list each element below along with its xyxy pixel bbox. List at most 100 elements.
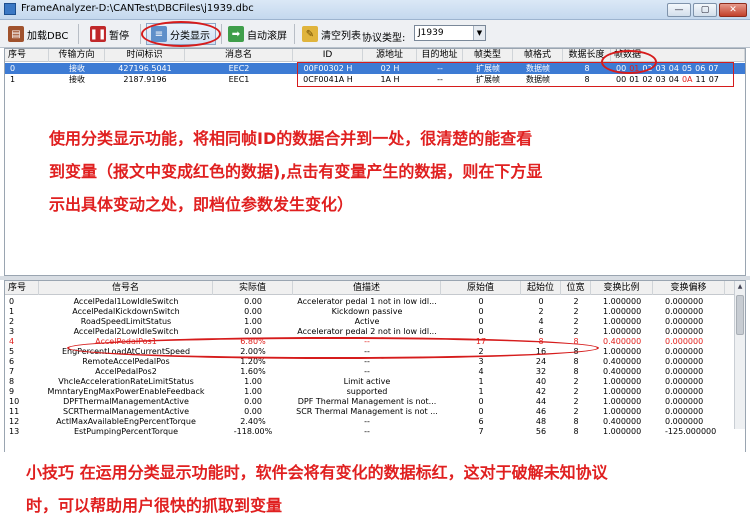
signal-cell-offset: 0.000000 [665, 327, 704, 336]
toolbar-divider [294, 24, 295, 44]
signal-cell-offset: 0.000000 [665, 317, 704, 326]
signal-cell-raw: 0 [478, 397, 484, 406]
signal-cell-offset: 0.000000 [665, 377, 704, 386]
signal-cell-width: 2 [573, 377, 579, 386]
signals-column-header[interactable]: 位宽 [561, 281, 591, 295]
frames-column-header[interactable]: 传输方向 [49, 49, 105, 62]
signal-cell-width: 8 [573, 417, 579, 426]
frames-column-header[interactable]: 序号 [5, 49, 49, 62]
signal-cell-raw: 6 [478, 417, 484, 426]
signal-cell-start: 32 [535, 367, 547, 376]
signal-cell-idx: 2 [9, 317, 15, 326]
pause-label: 暂停 [109, 30, 129, 42]
signal-cell-offset: 0.000000 [665, 367, 704, 376]
scroll-thumb[interactable] [736, 295, 744, 335]
signals-column-header[interactable]: 实际值 [213, 281, 293, 295]
signals-column-header[interactable]: 变换比例 [591, 281, 653, 295]
signal-cell-scale: 1.000000 [603, 327, 642, 336]
signal-row[interactable]: 2 RoadSpeedLimitStatus 1.00 Active 0 4 2 1.0000… [5, 317, 735, 327]
highlight-ellipse [141, 21, 221, 47]
signal-cell-scale: 1.000000 [603, 297, 642, 306]
signal-row[interactable]: 10 DPFThermalManagementActive 0.00 DPF Ther… [5, 397, 735, 407]
signal-cell-scale: 1.000000 [603, 387, 642, 396]
signal-cell-name: RemoteAccelPedalPos [82, 357, 170, 366]
signal-cell-width: 2 [573, 407, 579, 416]
signal-cell-scale: 1.000000 [603, 307, 642, 316]
signal-cell-value: 0.00 [244, 407, 262, 416]
load-dbc-button[interactable]: ▤ 加载DBC [4, 23, 72, 45]
signal-cell-scale: 1.000000 [603, 397, 642, 406]
signal-cell-idx: 0 [9, 297, 15, 306]
signal-cell-start: 46 [535, 407, 547, 416]
close-button[interactable]: ✕ [719, 3, 747, 17]
signal-cell-raw: 0 [478, 307, 484, 316]
signal-row[interactable]: 7 AccelPedalPos2 1.60% -- 4 32 8 0.400000 0.0000… [5, 367, 735, 377]
signal-cell-offset: 0.000000 [665, 297, 704, 306]
load-dbc-label: 加载DBC [27, 30, 69, 42]
frames-column-header[interactable]: 帧类型 [463, 49, 513, 62]
signal-row[interactable]: 13 EstPumpingPercentTorque -118.00% -- 7 56 8 1… [5, 427, 735, 437]
frames-column-header[interactable]: 时间标识 [105, 49, 185, 62]
signal-cell-width: 2 [573, 317, 579, 326]
signals-column-header[interactable]: 变换偏移 [653, 281, 725, 295]
signals-column-header[interactable]: 值描述 [293, 281, 441, 295]
frames-column-header[interactable]: ID [293, 49, 363, 62]
signals-column-header[interactable]: 信号名 [39, 281, 213, 295]
signal-cell-offset: 0.000000 [665, 417, 704, 426]
signal-cell-offset: 0.000000 [665, 387, 704, 396]
signal-cell-name: DPFThermalManagementActive [63, 397, 189, 406]
signal-cell-raw: 0 [478, 407, 484, 416]
signal-cell-desc: Limit active [343, 377, 391, 386]
signal-cell-width: 2 [573, 307, 579, 316]
briefcase-icon: ▤ [8, 26, 24, 42]
signal-cell-idx: 4 [9, 337, 15, 346]
signal-cell-idx: 6 [9, 357, 15, 366]
signal-cell-desc: Active [354, 317, 380, 326]
signal-cell-desc: SCR Thermal Management is not ... [296, 407, 438, 416]
frame-cell-name: EEC2 [228, 64, 250, 73]
app-icon [4, 3, 16, 15]
signal-row[interactable]: 12 ActlMaxAvailableEngPercentTorque 2.40% -… [5, 417, 735, 427]
signal-row[interactable]: 11 SCRThermalManagementActive 0.00 SCR Ther… [5, 407, 735, 417]
frames-column-header[interactable]: 消息名 [185, 49, 293, 62]
signals-column-header[interactable]: 原始值 [441, 281, 521, 295]
frames-column-header[interactable]: 目的地址 [417, 49, 463, 62]
protocol-type-select[interactable]: J1939 ▼ [414, 25, 486, 41]
signal-cell-idx: 1 [9, 307, 15, 316]
window-title: FrameAnalyzer-D:\CANTest\DBCFiles\j1939.… [21, 3, 254, 14]
signals-column-header[interactable]: 起始位 [521, 281, 561, 295]
signal-cell-scale: 1.000000 [603, 407, 642, 416]
signal-cell-scale: 0.400000 [603, 337, 642, 346]
minimize-button[interactable]: — [667, 3, 691, 17]
frame-cell-dir: 接收 [69, 64, 85, 73]
signal-cell-name: AccelPedalPos2 [95, 367, 157, 376]
signal-cell-offset: 0.000000 [665, 357, 704, 366]
signal-cell-scale: 0.400000 [603, 357, 642, 366]
frame-cell-idx: 1 [10, 75, 16, 84]
maximize-button[interactable]: ▢ [693, 3, 717, 17]
frames-column-header[interactable]: 源地址 [363, 49, 417, 62]
signal-cell-width: 2 [573, 387, 579, 396]
signals-column-header[interactable]: 序号 [5, 281, 39, 295]
autoscroll-label: 自动滚屏 [247, 30, 287, 42]
signal-row[interactable]: 0 AccelPedal1LowIdleSwitch 0.00 Accelerator… [5, 297, 735, 307]
signal-cell-idx: 13 [9, 427, 20, 436]
vertical-scrollbar[interactable]: ▲ [734, 281, 745, 429]
signal-cell-desc: -- [364, 427, 370, 436]
signal-row[interactable]: 8 VhcleAccelerationRateLimitStatus 1.00 Lim… [5, 377, 735, 387]
signal-cell-offset: 0.000000 [665, 397, 704, 406]
protocol-type-label: 协议类型: [362, 33, 406, 44]
autoscroll-button[interactable]: ➡ 自动滚屏 [224, 23, 291, 45]
signal-row[interactable]: 1 AccelPedalKickdownSwitch 0.00 Kickdown pa… [5, 307, 735, 317]
frames-column-header[interactable]: 帧格式 [513, 49, 563, 62]
signal-cell-value: -118.00% [233, 427, 273, 436]
scroll-up-icon[interactable]: ▲ [735, 281, 745, 292]
pause-button[interactable]: ❚❚ 暂停 [86, 23, 133, 45]
signal-cell-idx: 3 [9, 327, 15, 336]
signal-row[interactable]: 3 AccelPedal2LowIdleSwitch 0.00 Accelerator… [5, 327, 735, 337]
signal-cell-scale: 1.000000 [603, 427, 642, 436]
annotation-top-line: 使用分类显示功能，将相同帧ID的数据合并到一处，很清楚的能查看 [49, 129, 533, 148]
signal-row[interactable]: 9 MmntaryEngMaxPowerEnableFeedback 1.00 sup… [5, 387, 735, 397]
signal-cell-raw: 0 [478, 297, 484, 306]
clear-list-button[interactable]: ✎ 清空列表 [298, 23, 365, 45]
